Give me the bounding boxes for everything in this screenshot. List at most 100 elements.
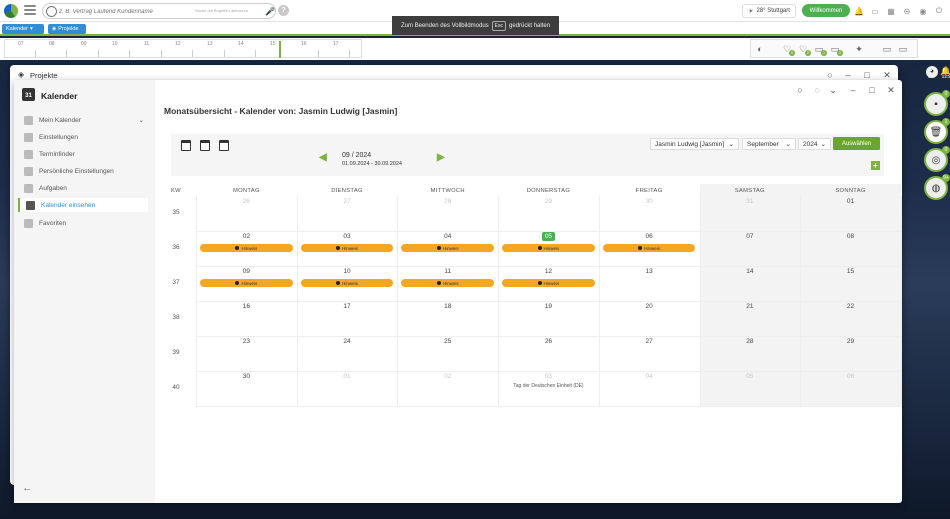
- day-number[interactable]: 06: [646, 233, 653, 240]
- sidebar-item-aufgaben[interactable]: Aufgaben: [18, 181, 148, 195]
- bell-icon[interactable]: 🔔: [940, 66, 950, 77]
- day-number[interactable]: 18: [444, 303, 451, 310]
- day-number[interactable]: 15: [847, 268, 854, 275]
- year-select[interactable]: 2024 ⌄: [798, 138, 831, 150]
- rocket-icon[interactable]: ✦: [853, 43, 865, 55]
- sidebar-item-mein-kalender[interactable]: Mein Kalender ⌄: [18, 113, 148, 127]
- search-input[interactable]: [59, 7, 189, 16]
- day-number[interactable]: 04: [646, 373, 653, 380]
- event-bar[interactable]: Hinweis: [200, 279, 293, 287]
- day-number[interactable]: 13: [646, 268, 653, 275]
- sidebar-item-terminfinder[interactable]: Terminfinder: [18, 147, 148, 161]
- today-day-number[interactable]: 05: [541, 232, 556, 241]
- day-number[interactable]: 27: [646, 338, 653, 345]
- event-bar[interactable]: Hinweis: [502, 279, 595, 287]
- handshake-icon[interactable]: ♡ 0: [781, 43, 795, 56]
- event-bar[interactable]: Hinweis: [602, 244, 696, 252]
- day-view-icon[interactable]: [181, 140, 191, 151]
- day-number[interactable]: 08: [847, 233, 854, 240]
- close-icon[interactable]: ✕: [885, 84, 897, 96]
- trash-widget-icon[interactable]: 🗑 1: [924, 118, 950, 144]
- day-number[interactable]: 24: [343, 338, 350, 345]
- event-bar[interactable]: Hinweis: [401, 244, 495, 252]
- day-number[interactable]: 10: [343, 268, 350, 275]
- chat-widget-icon[interactable]: ▪ 0: [924, 90, 950, 116]
- truck-icon[interactable]: ▭ 0: [829, 43, 843, 56]
- menu-icon[interactable]: [24, 5, 36, 15]
- day-number[interactable]: 26: [243, 198, 250, 205]
- previous-month-arrow-icon[interactable]: ◀: [319, 152, 327, 163]
- day-number[interactable]: 07: [746, 233, 753, 240]
- next-month-arrow-icon[interactable]: ▶: [437, 152, 445, 163]
- apply-button[interactable]: Auswählen: [833, 137, 880, 150]
- day-number[interactable]: 04: [444, 233, 451, 240]
- bell-icon[interactable]: 🔔: [854, 6, 864, 16]
- day-timeline[interactable]: 07 08 09 10 11 12 13 14 15 16 17: [4, 39, 362, 58]
- event-bar[interactable]: Hinweis: [401, 279, 495, 287]
- day-number[interactable]: 29: [545, 198, 552, 205]
- event-bar[interactable]: Hinweis: [300, 244, 394, 252]
- day-number[interactable]: 19: [545, 303, 552, 310]
- day-number[interactable]: 06: [847, 373, 854, 380]
- stack-widget-icon[interactable]: ◍ 9+: [924, 174, 950, 200]
- monitor-icon[interactable]: ▭: [881, 43, 893, 55]
- day-number[interactable]: 11: [444, 268, 451, 275]
- day-number[interactable]: 28: [746, 338, 753, 345]
- day-number[interactable]: 03: [545, 373, 552, 380]
- day-number[interactable]: 23: [243, 338, 250, 345]
- week-view-icon[interactable]: [200, 140, 210, 151]
- day-number[interactable]: 01: [847, 198, 854, 205]
- day-number[interactable]: 09: [243, 268, 250, 275]
- day-number[interactable]: 16: [243, 303, 250, 310]
- day-number[interactable]: 27: [343, 198, 350, 205]
- search-icon[interactable]: ○: [794, 84, 806, 96]
- day-number[interactable]: 29: [847, 338, 854, 345]
- event-bar[interactable]: Hinweis: [300, 279, 394, 287]
- minus-circle-icon[interactable]: ⊖: [902, 6, 912, 16]
- day-number[interactable]: 12: [545, 268, 552, 275]
- day-number[interactable]: 20: [646, 303, 653, 310]
- car-icon[interactable]: ▭ 1: [813, 43, 827, 56]
- day-number[interactable]: 02: [243, 233, 250, 240]
- projekte-pill[interactable]: ◈ Projekte: [48, 24, 86, 34]
- day-number[interactable]: 01: [343, 373, 350, 380]
- back-arrow-icon[interactable]: ←: [22, 482, 33, 494]
- person-select[interactable]: Jasmin Ludwig [Jasmin] ⌄: [650, 138, 739, 150]
- power-icon[interactable]: ⏻: [934, 6, 944, 16]
- sidebar-item-favoriten[interactable]: Favoriten: [18, 216, 148, 230]
- day-number[interactable]: 02: [444, 373, 451, 380]
- day-number[interactable]: 17: [343, 303, 350, 310]
- minimize-icon[interactable]: –: [847, 84, 859, 96]
- kalender-pill[interactable]: Kalender ▾: [2, 24, 44, 34]
- monitor-icon[interactable]: ▭: [897, 43, 909, 55]
- add-icon[interactable]: +: [871, 161, 880, 170]
- welcome-button[interactable]: Willkommen: [802, 4, 850, 17]
- day-number[interactable]: 31: [746, 198, 753, 205]
- day-number[interactable]: 21: [746, 303, 753, 310]
- sidebar-item-persoenliche-einstellungen[interactable]: Persönliche Einstellungen: [18, 164, 148, 178]
- day-number[interactable]: 25: [444, 338, 451, 345]
- chevron-down-icon[interactable]: ⌄: [827, 84, 839, 96]
- global-search[interactable]: Suche mit Begriffen aktivieren 🎤: [42, 3, 276, 19]
- month-view-icon[interactable]: [219, 140, 229, 151]
- user-icon[interactable]: ◉: [918, 6, 928, 16]
- grid-icon[interactable]: ▦: [886, 6, 896, 16]
- globe-icon[interactable]: ◐: [754, 43, 766, 55]
- day-number[interactable]: 26: [545, 338, 552, 345]
- day-number[interactable]: 14: [746, 268, 753, 275]
- day-number[interactable]: 03: [343, 233, 350, 240]
- day-number[interactable]: 30: [646, 198, 653, 205]
- handshake-icon[interactable]: ♡ 2: [797, 43, 811, 56]
- month-select[interactable]: September ⌄: [742, 138, 796, 150]
- sidebar-item-kalender-einsehen[interactable]: Kalender einsehen: [18, 198, 148, 212]
- weather-widget[interactable]: ☀ 28° Stuttgart: [742, 4, 796, 18]
- microphone-icon[interactable]: 🎤: [265, 7, 275, 16]
- day-number[interactable]: 22: [847, 303, 854, 310]
- app-logo[interactable]: [4, 4, 18, 18]
- user-avatar-icon[interactable]: ◕: [926, 66, 938, 78]
- help-icon[interactable]: ?: [278, 5, 289, 16]
- day-number[interactable]: 05: [746, 373, 753, 380]
- event-bar[interactable]: Hinweis: [200, 244, 293, 252]
- contact-card-icon[interactable]: ▭: [870, 6, 880, 16]
- day-number[interactable]: 28: [444, 198, 451, 205]
